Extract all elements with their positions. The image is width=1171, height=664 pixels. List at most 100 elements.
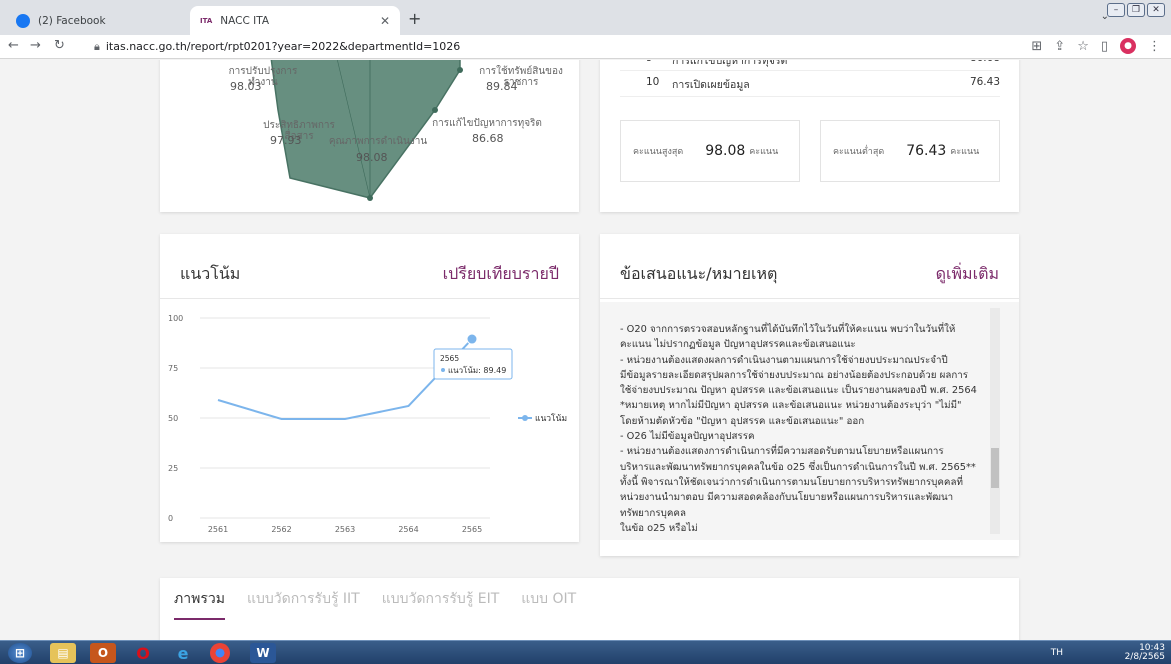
notes-scrollbar[interactable] <box>990 308 1000 534</box>
tooltip-marker <box>441 368 445 373</box>
notes-line: *หมายเหตุ หากไม่มีปัญหา อุปสรรค และข้อเส… <box>620 400 962 412</box>
url-text: itas.nacc.go.th/report/rpt0201?year=2022… <box>105 40 461 53</box>
x-tick-label: 2564 <box>398 525 418 534</box>
scroll-thumb[interactable] <box>991 448 999 488</box>
notes-line: ทรัพยากรบุคคล <box>620 507 686 519</box>
url-field[interactable]: 🔒︎ itas.nacc.go.th/report/rpt0201?year=20… <box>94 40 460 54</box>
rank-number: 9 <box>620 60 672 69</box>
divider <box>600 298 1019 299</box>
radar-label: คุณภาพการดำเนินงาน <box>328 136 428 147</box>
back-icon[interactable]: ← <box>8 38 19 53</box>
y-tick-label: 50 <box>168 414 178 423</box>
browser-tab-strip: (2) Facebook ✕ ITA NACC ITA ✕ + ⌄ – ❐ ✕ <box>0 0 1171 35</box>
close-window-button[interactable]: ✕ <box>1147 3 1165 17</box>
tab-eit[interactable]: แบบวัดการรับรู้ EIT <box>382 588 500 620</box>
clock-date: 2/8/2565 <box>1124 652 1165 662</box>
notes-line: คะแนน ไม่ปรากฏข้อมูล ปัญหาอุปสรรคและข้อเ… <box>620 339 856 351</box>
tooltip-value: แนวโน้ม: 89.49 <box>448 365 506 375</box>
compare-yearly-link[interactable]: เปรียบเทียบรายปี <box>443 262 559 287</box>
side-panel-icon[interactable]: ▯ <box>1101 39 1108 54</box>
max-score-box: คะแนนสูงสุด 98.08 คะแนน <box>620 120 800 182</box>
notes-line: โดยห้ามตัดหัวข้อ "ปัญหา อุปสรรค และข้อเส… <box>620 415 865 427</box>
trend-title: แนวโน้ม <box>180 264 241 283</box>
language-indicator[interactable]: TH <box>1051 648 1063 658</box>
x-tick-label: 2563 <box>335 525 355 534</box>
radar-value: 98.08 <box>356 151 388 164</box>
y-tick-label: 0 <box>168 514 173 523</box>
minimize-button[interactable]: – <box>1107 3 1125 17</box>
close-tab-icon[interactable]: ✕ <box>380 14 390 28</box>
min-score-box: คะแนนต่ำสุด 76.43 คะแนน <box>820 120 1000 182</box>
radar-point <box>457 67 463 73</box>
survey-tabs-card: ภาพรวม แบบวัดการรับรู้ IIT แบบวัดการรับร… <box>160 578 1019 640</box>
rank-name: การแก้ไขปัญหาการทุจริต <box>672 60 788 67</box>
toolbar-icons: ⊞ ⇪ ☆ ▯ ● ⋮ <box>1031 38 1161 54</box>
max-score-value: 98.08 <box>705 143 746 159</box>
ranking-row: 9 การแก้ไขปัญหาการทุจริต 86.68 <box>620 60 1000 69</box>
radar-value: 98.03 <box>230 80 262 93</box>
notes-line: หน่วยงานนำมาตอบ มีความสอดคล้องกับนโยบายห… <box>620 492 954 504</box>
forward-icon[interactable]: → <box>30 38 41 53</box>
max-score-label: คะแนนสูงสุด <box>633 147 684 157</box>
windows-taskbar: ⊞ ▤ O O e W TH 10:43 2/8/2565 <box>0 640 1171 664</box>
min-score-label: คะแนนต่ำสุด <box>833 147 885 157</box>
outlook-icon[interactable]: O <box>90 643 116 663</box>
x-tick-label: 2561 <box>208 525 228 534</box>
start-button[interactable]: ⊞ <box>8 643 32 663</box>
trend-line-chart: 0 25 50 75 100 2561 2562 2563 2564 2565 แนวโน้ม 256… <box>168 314 567 534</box>
radar-chart-card: การปรับปรุงการทำงาน 98.03 การใช้ทรัพย์สิ… <box>160 60 579 212</box>
bookmark-star-icon[interactable]: ☆ <box>1077 39 1089 54</box>
facebook-icon <box>16 13 30 28</box>
radar-value: 97.93 <box>270 134 302 147</box>
notes-line: - O26 ไม่มีข้อมูลปัญหาอุปสรรค <box>620 431 755 443</box>
lock-icon: 🔒︎ <box>94 40 100 53</box>
radar-label: การใช้ทรัพย์สินของราชการ <box>479 66 563 88</box>
notes-title: ข้อเสนอแนะ/หมายเหตุ <box>620 264 778 283</box>
min-score-unit: คะแนน <box>950 147 980 157</box>
share-icon[interactable]: ⇪ <box>1054 39 1065 54</box>
notes-line: - หน่วยงานต้องแสดงการดำเนินการที่มีความส… <box>620 446 944 458</box>
x-tick-label: 2565 <box>462 525 482 534</box>
rank-value: 86.68 <box>970 60 1000 69</box>
file-explorer-icon[interactable]: ▤ <box>50 643 76 663</box>
tab-oit[interactable]: แบบ OIT <box>521 588 576 620</box>
ita-logo-icon: ITA <box>200 16 213 25</box>
address-bar: ← → ↻ 🔒︎ itas.nacc.go.th/report/rpt0201?y… <box>0 35 1171 59</box>
chrome-icon[interactable] <box>210 643 230 663</box>
notes-textarea[interactable]: - O20 จากการตรวจสอบหลักฐานที่ได้บันทึกไว… <box>600 302 1019 540</box>
tab-facebook[interactable]: (2) Facebook ✕ <box>6 6 216 35</box>
x-tick-label: 2562 <box>271 525 291 534</box>
max-score-unit: คะแนน <box>749 147 779 157</box>
radar-value: 86.68 <box>472 132 504 145</box>
y-tick-label: 100 <box>168 314 183 323</box>
menu-icon[interactable]: ⋮ <box>1148 39 1161 54</box>
word-icon[interactable]: W <box>250 643 276 663</box>
divider <box>620 96 1000 97</box>
tab-title: (2) Facebook <box>38 14 106 27</box>
tooltip-year: 2565 <box>440 354 459 363</box>
tab-iit[interactable]: แบบวัดการรับรู้ IIT <box>247 588 360 620</box>
y-tick-label: 75 <box>168 364 178 373</box>
rank-name: การเปิดเผยข้อมูล <box>672 79 750 91</box>
see-more-link[interactable]: ดูเพิ่มเติม <box>936 262 999 287</box>
maximize-button[interactable]: ❐ <box>1127 3 1145 17</box>
divider <box>620 70 1000 71</box>
rank-number: 10 <box>646 76 660 88</box>
radar-point <box>367 195 373 201</box>
notes-line: ในข้อ o25 หรือไม่ <box>620 522 698 534</box>
notes-line: ใช้จ่ายงบประมาณ ปัญหา อุปสรรค และข้อเสนอ… <box>620 385 977 397</box>
tab-nacc-ita[interactable]: ITA NACC ITA ✕ <box>190 6 400 35</box>
opera-icon[interactable]: O <box>130 643 156 663</box>
clock[interactable]: 10:43 2/8/2565 <box>1125 644 1165 662</box>
profile-avatar[interactable]: ● <box>1120 38 1136 54</box>
radar-point <box>432 107 438 113</box>
notes-line: - หน่วยงานต้องแสดงผลการดำเนินงานตามแผนกา… <box>620 354 948 366</box>
survey-tabs: ภาพรวม แบบวัดการรับรู้ IIT แบบวัดการรับร… <box>174 588 576 620</box>
new-tab-button[interactable]: + <box>408 9 421 28</box>
radar-value: 89.84 <box>486 80 518 93</box>
tab-overview[interactable]: ภาพรวม <box>174 588 225 620</box>
internet-explorer-icon[interactable]: e <box>170 643 196 663</box>
translate-icon[interactable]: ⊞ <box>1031 39 1042 54</box>
rank-value: 76.43 <box>969 76 1000 88</box>
reload-icon[interactable]: ↻ <box>54 38 65 53</box>
